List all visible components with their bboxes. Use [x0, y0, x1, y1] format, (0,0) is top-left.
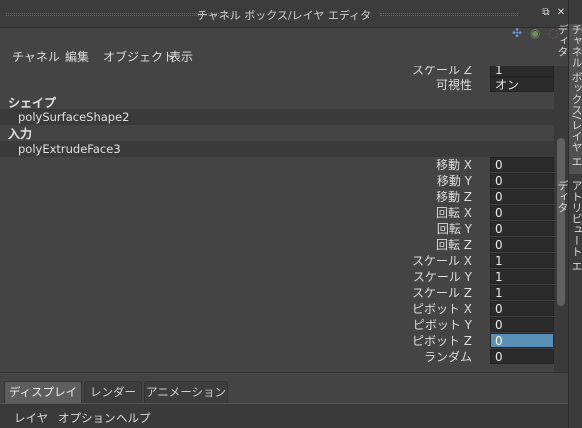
lock-channel-icon[interactable]: ◉ — [530, 26, 540, 40]
attribute-value-field[interactable]: 0 — [490, 173, 554, 188]
attribute-row[interactable]: ランダム 0 — [0, 349, 554, 365]
attribute-label: スケール Y — [412, 270, 472, 284]
menu-options[interactable]: オプション — [58, 410, 116, 426]
layer-editor: ディスプレイ レンダー アニメーション レイヤ オプション ヘルプ — [0, 372, 568, 428]
tab-render[interactable]: レンダー — [84, 381, 142, 403]
attribute-value-field[interactable]: 0 — [490, 237, 554, 252]
visibility-value-field[interactable]: オン — [490, 77, 554, 92]
attribute-value-field[interactable]: 1 — [490, 285, 554, 300]
attribute-value-field[interactable]: 1 — [490, 269, 554, 284]
attribute-label: ランダム — [423, 350, 472, 364]
attribute-row[interactable]: ピボット Z 0 — [0, 333, 554, 349]
attribute-row[interactable]: スケール X 1 — [0, 253, 554, 269]
attribute-label: ピボット Z — [411, 334, 472, 348]
scrollbar-thumb[interactable] — [557, 138, 565, 306]
attribute-row[interactable]: スケール Z 1 — [0, 285, 554, 301]
attribute-label: 回転 Z — [435, 238, 472, 252]
attribute-row[interactable]: 移動 X 0 — [0, 157, 554, 173]
attribute-row[interactable]: 移動 Z 0 — [0, 189, 554, 205]
attribute-value-field[interactable]: 0 — [490, 349, 554, 364]
channel-box-content: スケール Z 1 可視性 オン シェイプ polySurfaceShape2 入… — [0, 66, 568, 372]
attribute-value-field[interactable]: 0 — [490, 157, 554, 172]
menu-edit[interactable]: 編集 — [65, 48, 89, 65]
side-tab-strip: チャネル ボックス/レイヤ エディタ アトリビュート エディタ — [556, 0, 582, 428]
attribute-label: 移動 X — [435, 158, 472, 172]
attribute-row[interactable]: 回転 Z 0 — [0, 237, 554, 253]
manipulator-axis-icon[interactable]: ✣ — [512, 26, 522, 40]
close-panel-icon[interactable]: ✕ — [555, 7, 567, 19]
input-node-name: polyExtrudeFace3 — [18, 142, 121, 156]
attribute-label: ピボット Y — [412, 318, 472, 332]
float-panel-icon[interactable]: ⧉ — [540, 7, 552, 19]
attribute-row[interactable]: ピボット X 0 — [0, 301, 554, 317]
visibility-row[interactable]: 可視性 オン — [0, 77, 554, 93]
attribute-value-field[interactable]: 0 — [490, 301, 554, 316]
attribute-row[interactable]: ピボット Y 0 — [0, 317, 554, 333]
menu-channel[interactable]: チャネル — [12, 48, 60, 65]
attribute-label: 回転 Y — [436, 222, 472, 236]
visibility-label: 可視性 — [435, 78, 472, 92]
attribute-value-field[interactable]: 1 — [490, 253, 554, 268]
menu-object[interactable]: オブジェクト — [103, 48, 175, 65]
attribute-value-field[interactable]: 0 — [490, 317, 554, 332]
attribute-label: 移動 Y — [436, 174, 472, 188]
input-node-bar[interactable]: polyExtrudeFace3 — [0, 141, 554, 157]
attribute-row[interactable]: 回転 X 0 — [0, 205, 554, 221]
attribute-row[interactable]: スケール Y 1 — [0, 269, 554, 285]
shape-node-bar[interactable]: polySurfaceShape2 — [0, 109, 554, 125]
attribute-row[interactable]: 回転 Y 0 — [0, 221, 554, 237]
panel-title: チャネル ボックス/レイヤ エディタ — [196, 9, 372, 22]
tab-attribute-editor[interactable]: アトリビュート エディタ — [556, 180, 582, 280]
menu-show[interactable]: 表示 — [169, 48, 193, 65]
attribute-value-field[interactable]: 1 — [490, 66, 554, 77]
attribute-value-field[interactable]: 0 — [490, 189, 554, 204]
attribute-label: 移動 Z — [435, 190, 472, 204]
input-section-title: 入力 — [8, 127, 33, 141]
attribute-label: スケール X — [411, 254, 472, 268]
layer-menubar: レイヤ オプション ヘルプ — [0, 403, 568, 428]
attribute-value-field[interactable]: 0 — [490, 205, 554, 220]
attribute-label: ピボット X — [411, 302, 472, 316]
channel-box-menubar: チャネル 編集 オブジェクト 表示 — [0, 44, 568, 66]
tab-display[interactable]: ディスプレイ — [4, 381, 82, 403]
tab-channel-box[interactable]: チャネル ボックス/レイヤ エディタ — [556, 24, 582, 174]
attribute-value-field[interactable]: 0 — [490, 221, 554, 236]
menu-layer[interactable]: レイヤ — [14, 410, 48, 426]
attribute-value-field[interactable]: 0 — [490, 333, 554, 348]
attribute-label: スケール Z — [411, 286, 472, 300]
shape-node-name: polySurfaceShape2 — [18, 110, 130, 124]
attribute-row[interactable]: 移動 Y 0 — [0, 173, 554, 189]
menu-help[interactable]: ヘルプ — [116, 410, 151, 426]
vertical-scrollbar[interactable] — [554, 66, 568, 372]
attribute-label: 回転 X — [435, 206, 472, 220]
panel-title-bar[interactable]: チャネル ボックス/レイヤ エディタ ⧉ ✕ — [0, 0, 568, 28]
tab-animation[interactable]: アニメーション — [144, 381, 228, 403]
